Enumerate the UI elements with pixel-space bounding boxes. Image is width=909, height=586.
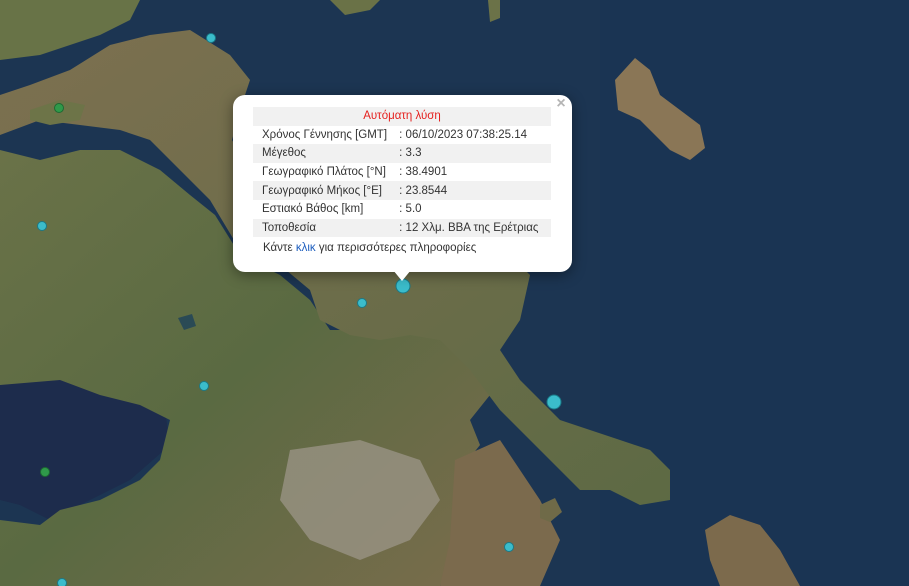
row-value: : 3.3	[399, 144, 551, 163]
more-info-line: Κάντε κλικ για περισσότερες πληροφορίες	[263, 242, 476, 254]
row-label: Εστιακό Βάθος [km]	[262, 203, 364, 216]
more-info-link[interactable]: κλικ	[296, 242, 316, 254]
info-table: Αυτόματη λύση Χρόνος Γέννησης [GMT] : 06…	[253, 107, 551, 238]
table-row: Τοποθεσία : 12 Χλμ. ΒΒΑ της Ερέτριας	[253, 218, 551, 238]
more-info-suffix: για περισσότερες πληροφορίες	[318, 242, 477, 254]
satellite-map[interactable]	[0, 0, 909, 586]
earthquake-marker[interactable]	[40, 467, 50, 477]
earthquake-marker-selected[interactable]	[395, 278, 411, 294]
close-icon[interactable]: ×	[554, 96, 568, 112]
row-value: : 23.8544	[399, 181, 551, 200]
earthquake-marker[interactable]	[206, 33, 216, 43]
earthquake-marker[interactable]	[504, 542, 514, 552]
row-label: Χρόνος Γέννησης [GMT]	[262, 128, 388, 141]
row-label: Γεωγραφικό Πλάτος [°N]	[262, 166, 386, 179]
earthquake-marker[interactable]	[57, 578, 67, 586]
earthquake-info-popup: × Αυτόματη λύση Χρόνος Γέννησης [GMT] : …	[233, 95, 572, 272]
row-label: Μέγεθος	[253, 144, 400, 163]
popup-title: Αυτόματη λύση	[253, 107, 551, 126]
earthquake-marker[interactable]	[199, 381, 209, 391]
row-value: : 38.4901	[399, 166, 448, 179]
row-value: : 06/10/2023 07:38:25.14	[399, 128, 528, 141]
table-row: Χρόνος Γέννησης [GMT] : 06/10/2023 07:38…	[253, 126, 551, 145]
row-value: : 12 Χλμ. ΒΒΑ της Ερέτριας	[399, 218, 551, 238]
row-value: : 5.0	[399, 203, 422, 216]
row-label: Τοποθεσία	[253, 218, 400, 238]
table-row: Γεωγραφικό Πλάτος [°N] : 38.4901	[253, 163, 551, 182]
table-row: Γεωγραφικό Μήκος [°E] : 23.8544	[253, 181, 551, 200]
earthquake-marker[interactable]	[546, 394, 562, 410]
table-row: Εστιακό Βάθος [km] : 5.0	[253, 200, 551, 219]
earthquake-marker[interactable]	[357, 298, 367, 308]
info-title-row: Αυτόματη λύση	[253, 107, 551, 126]
more-info-prefix: Κάντε	[263, 242, 293, 254]
small-island-north	[488, 0, 500, 22]
earthquake-marker[interactable]	[37, 221, 47, 231]
popup-tip	[393, 270, 411, 281]
earthquake-marker[interactable]	[54, 103, 64, 113]
table-row: Μέγεθος : 3.3	[253, 144, 551, 163]
row-label: Γεωγραφικό Μήκος [°E]	[253, 181, 400, 200]
